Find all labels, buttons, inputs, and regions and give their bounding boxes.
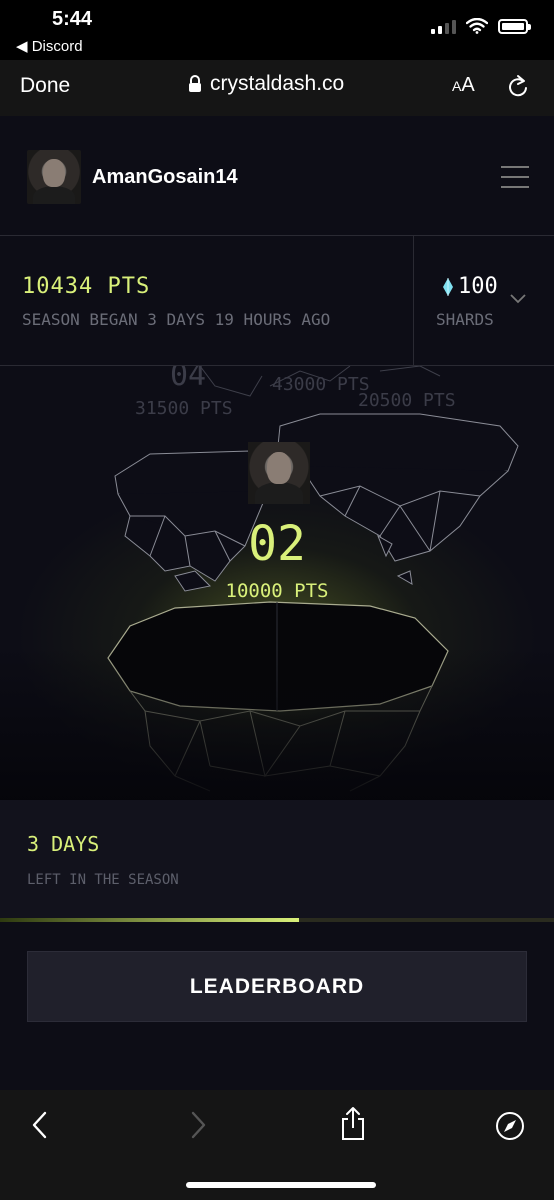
text-size-button[interactable]: AA — [452, 74, 475, 97]
points-value: 10434 PTS — [22, 274, 151, 299]
current-rank-points: 10000 PTS — [225, 580, 329, 602]
page-content: AmanGosain14 10434 PTS SEASON BEGAN 3 DA… — [0, 116, 554, 1090]
lock-icon — [189, 75, 201, 92]
days-left: 3 DAYS — [27, 832, 100, 856]
chevron-right-icon[interactable] — [188, 1110, 208, 1140]
user-header: AmanGosain14 — [0, 116, 554, 236]
done-button[interactable]: Done — [20, 74, 70, 98]
status-icons — [431, 18, 531, 34]
diamond-icon — [443, 277, 453, 296]
shards-count: 100 — [458, 274, 498, 299]
current-rank: 02 — [248, 516, 306, 572]
url-bar[interactable]: crystaldash.co — [188, 72, 344, 96]
rank-04-label: 04 — [170, 366, 207, 393]
username: AmanGosain14 — [92, 166, 238, 188]
leaderboard-button[interactable]: LEADERBOARD — [27, 951, 527, 1022]
text-size-large-label: A — [461, 74, 475, 96]
stats-row: 10434 PTS SEASON BEGAN 3 DAYS 19 HOURS A… — [0, 236, 554, 366]
cellular-signal-icon — [431, 18, 456, 34]
text-size-small-label: A — [452, 78, 462, 94]
rank-03-points: 20500 PTS — [358, 390, 456, 411]
compass-icon[interactable] — [494, 1110, 526, 1142]
shards-value[interactable]: 100 — [442, 274, 498, 299]
status-bar: 5:44 ◀ Discord — [0, 0, 554, 60]
wifi-icon — [466, 18, 488, 34]
current-rank-avatar — [248, 442, 310, 504]
season-progress-bar — [0, 918, 554, 922]
back-to-app-link[interactable]: ◀ Discord — [16, 37, 83, 55]
leaderboard-podium: 04 31500 PTS 43000 PTS 20500 PTS 02 1000… — [0, 366, 554, 800]
points-panel: 10434 PTS SEASON BEGAN 3 DAYS 19 HOURS A… — [0, 236, 414, 366]
battery-icon — [498, 18, 531, 34]
season-progress-fill — [0, 918, 300, 922]
arena-bottom-fade — [0, 646, 554, 800]
season-remaining-panel: 3 DAYS LEFT IN THE SEASON — [0, 800, 554, 918]
days-left-label: LEFT IN THE SEASON — [27, 872, 179, 888]
chevron-left-icon[interactable] — [30, 1110, 50, 1140]
rank-01-points: 43000 PTS — [272, 374, 370, 395]
home-indicator — [186, 1182, 376, 1188]
hamburger-menu-icon[interactable] — [501, 166, 529, 188]
reload-icon[interactable] — [506, 74, 530, 100]
url-text: crystaldash.co — [210, 72, 345, 95]
rank-04-points: 31500 PTS — [135, 398, 233, 419]
season-began-text: SEASON BEGAN 3 DAYS 19 HOURS AGO — [22, 310, 331, 329]
browser-top-bar: Done crystaldash.co AA — [0, 60, 554, 116]
status-time: 5:44 — [52, 8, 93, 30]
chevron-down-icon[interactable] — [510, 294, 526, 304]
avatar[interactable] — [27, 150, 81, 204]
shards-label: SHARDS — [436, 310, 494, 329]
share-icon[interactable] — [338, 1106, 368, 1142]
